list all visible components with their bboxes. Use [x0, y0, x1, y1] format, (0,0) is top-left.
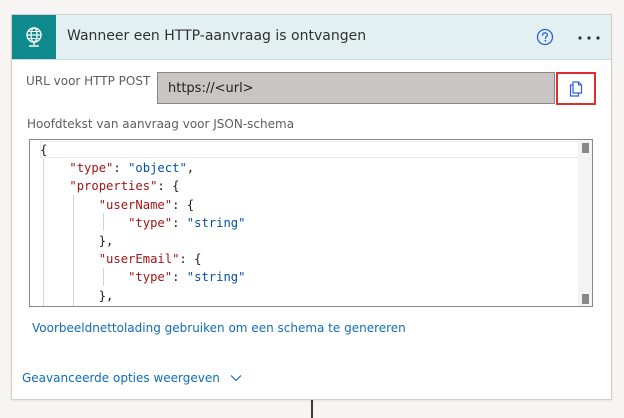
trigger-icon-tile	[12, 15, 56, 59]
chevron-down-icon	[230, 375, 242, 382]
advanced-options-label: Geavanceerde opties weergeven	[22, 371, 220, 385]
globe-icon	[26, 27, 42, 47]
code-line: "userEmail": {	[40, 250, 245, 268]
code-token: "type"	[128, 270, 173, 285]
code-line: },	[40, 287, 245, 305]
code-token: "object"	[128, 161, 187, 176]
copy-icon	[569, 80, 583, 97]
code-token: "string"	[186, 215, 246, 230]
json-code-lines: { "type": "object", "properties": { "use…	[40, 141, 245, 306]
url-label: URL voor HTTP POST	[26, 74, 151, 88]
scrollbar-top-marker[interactable]	[582, 143, 589, 153]
code-token: "string"	[186, 270, 246, 285]
code-token: {	[40, 143, 48, 157]
code-line: "properties": {	[40, 177, 245, 195]
scrollbar-bottom-marker[interactable]	[582, 294, 589, 304]
card-header[interactable]: Wanneer een HTTP-aanvraag is ontvangen	[12, 15, 611, 60]
code-token: : {	[157, 179, 180, 194]
code-line: {	[40, 141, 245, 159]
code-token: "type"	[128, 215, 173, 230]
json-schema-editor[interactable]: { "type": "object", "properties": { "use…	[29, 139, 593, 307]
code-token: "userName"	[98, 197, 173, 212]
code-token: ,	[186, 161, 195, 176]
copy-url-button[interactable]	[556, 72, 596, 105]
code-token: },	[40, 288, 114, 303]
help-icon[interactable]	[536, 28, 554, 46]
more-options-icon[interactable]	[578, 36, 600, 40]
code-line: "emailAddress": {	[40, 305, 245, 306]
show-advanced-options-link[interactable]: Geavanceerde opties weergeven	[22, 371, 242, 385]
code-token: :	[172, 270, 187, 285]
schema-label: Hoofdtekst van aanvraag voor JSON-schema	[27, 117, 295, 131]
code-token: "properties"	[69, 179, 158, 194]
code-line: "type": "object",	[40, 159, 245, 177]
code-line: "type": "string"	[40, 214, 245, 232]
code-line: "type": "string"	[40, 268, 245, 286]
code-line: "userName": {	[40, 196, 245, 214]
code-token: :	[172, 215, 187, 230]
flow-connector-line	[311, 400, 313, 418]
editor-scrollbar[interactable]	[578, 140, 592, 306]
use-sample-payload-link[interactable]: Voorbeeldnettolading gebruiken om een sc…	[32, 321, 406, 335]
code-line: },	[40, 232, 245, 250]
http-post-url-field[interactable]	[157, 72, 555, 104]
flow-designer-canvas: Wanneer een HTTP-aanvraag is ontvangen U…	[0, 0, 624, 418]
code-token: "type"	[69, 161, 114, 176]
card-title: Wanneer een HTTP-aanvraag is ontvangen	[67, 28, 367, 44]
code-token: :	[113, 161, 129, 176]
code-token: : {	[179, 252, 202, 267]
code-token: },	[40, 234, 114, 249]
trigger-card: Wanneer een HTTP-aanvraag is ontvangen U…	[11, 14, 612, 400]
code-token: "userEmail"	[98, 252, 180, 267]
code-token: : {	[172, 197, 195, 212]
